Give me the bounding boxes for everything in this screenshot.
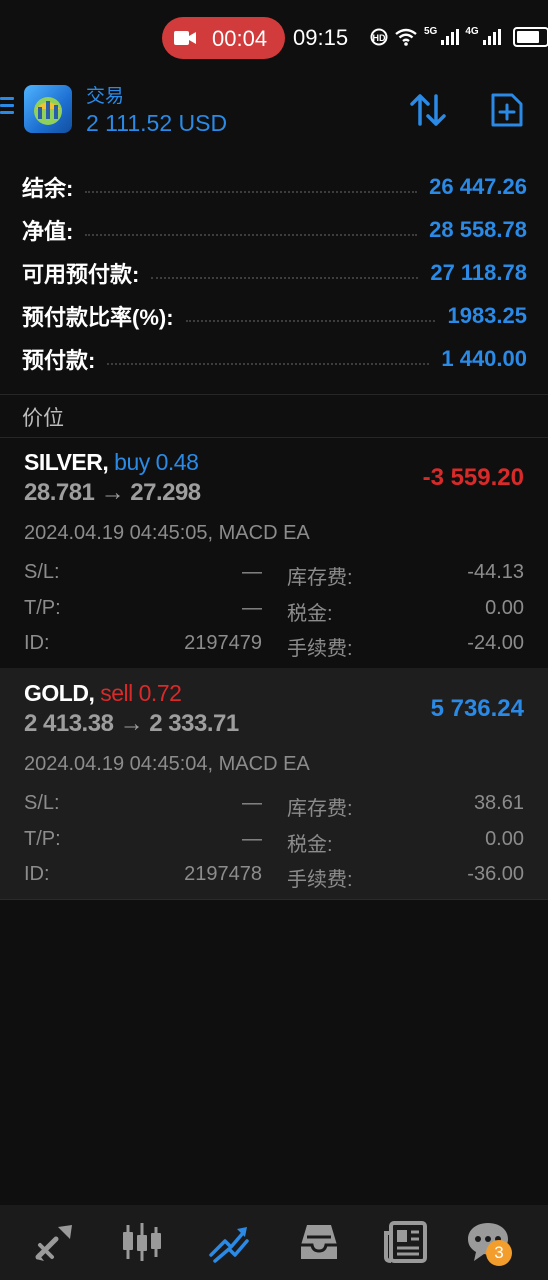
status-bar: 00:04 09:15 HD 5G 4G [0,0,548,76]
sort-icon[interactable] [408,92,448,128]
summary-value: 28 558.78 [429,217,527,242]
dotted-leader [85,181,418,193]
svg-text:HD: HD [373,33,386,43]
dotted-leader [107,353,430,365]
new-order-icon[interactable] [490,92,524,128]
swap-label: 库存费: [287,798,353,820]
position-row-gold[interactable]: GOLD, sell 0.72 2 413.38 → 2 333.71 5 73… [0,668,548,900]
account-summary: 结余: 26 447.26 净值: 28 558.78 可用预付款: 27 11… [0,152,548,395]
signal-2-label: 4G [465,25,479,37]
clock: 09:15 [293,25,349,50]
summary-row-margin-level: 预付款比率(%): 1983.25 [22,297,527,335]
battery-level [516,31,539,43]
sl-value: — [242,561,262,583]
id-label: ID: [24,863,50,885]
fee-value: -36.00 [467,863,524,885]
fee-value: -24.00 [467,632,524,654]
signal-2-icon [482,29,501,45]
signal-1-icon [441,29,460,45]
account-logo-icon[interactable] [24,85,72,133]
sl-value: — [242,792,262,814]
system-icons: HD 5G 4G [370,22,548,52]
fee-label: 手续费: [287,638,353,660]
quotes-icon[interactable] [32,1219,78,1265]
positions-section-header: 价位 [0,394,548,438]
swap-label: 库存费: [287,567,353,589]
hd-call-icon: HD [370,28,388,46]
swap-value: -44.13 [467,561,524,583]
position-side: sell 0.72 [100,680,182,706]
summary-value: 1 440.00 [441,346,527,371]
summary-label: 结余: [22,176,74,201]
position-prices: 2 413.38 → 2 333.71 [24,710,239,737]
recording-time: 00:04 [212,26,268,51]
bottom-navigation [0,1205,548,1280]
position-side: buy 0.48 [114,449,199,475]
page-title: 交易 [86,86,125,107]
summary-row-equity: 净值: 28 558.78 [22,211,527,249]
swap-value: 38.61 [473,792,524,814]
summary-row-balance: 结余: 26 447.26 [22,168,527,206]
id-label: ID: [24,632,50,654]
history-icon[interactable] [296,1219,342,1265]
dotted-leader [185,310,436,322]
summary-label: 预付款: [22,348,96,373]
dotted-leader [85,224,418,236]
section-title: 价位 [22,407,64,430]
position-profit: -3 559.20 [422,464,524,491]
position-prices: 28.781 → 27.298 [24,479,201,506]
position-profit: 5 736.24 [430,695,524,722]
id-value: 2197478 [184,863,262,885]
position-symbol: SILVER, [24,449,109,475]
tp-value: — [242,597,262,619]
news-icon[interactable] [383,1219,429,1265]
summary-row-margin: 预付款: 1 440.00 [22,340,527,378]
position-open-time: 2024.04.19 04:45:05, MACD EA [24,522,310,544]
summary-label: 可用预付款: [22,262,140,287]
tax-label: 税金: [287,603,333,625]
dotted-leader [151,267,419,279]
summary-value: 26 447.26 [429,174,527,199]
tp-value: — [242,828,262,850]
tp-label: T/P: [24,597,61,619]
fee-label: 手续费: [287,869,353,891]
wifi-icon [395,28,417,46]
screen-recording-indicator[interactable]: 00:04 [162,17,285,59]
tax-value: 0.00 [485,828,524,850]
trade-icon[interactable] [207,1219,253,1265]
video-camera-icon [174,31,196,45]
tax-label: 税金: [287,834,333,856]
summary-value: 27 118.78 [430,260,527,285]
position-open-time: 2024.04.19 04:45:04, MACD EA [24,753,310,775]
signal-1-label: 5G [424,25,438,37]
battery-icon [512,27,548,47]
header-balance: 2 111.52 USD [86,110,228,136]
position-symbol: GOLD, [24,680,95,706]
summary-label: 净值: [22,219,74,244]
chart-icon[interactable] [119,1219,165,1265]
tax-value: 0.00 [485,597,524,619]
id-value: 2197479 [184,632,262,654]
position-header: SILVER, buy 0.48 [24,449,199,476]
chat-badge: 3 [486,1240,512,1266]
sl-label: S/L: [24,792,60,814]
position-row-silver[interactable]: SILVER, buy 0.48 28.781 → 27.298 -3 559.… [0,437,548,669]
position-header: GOLD, sell 0.72 [24,680,182,707]
tp-label: T/P: [24,828,61,850]
summary-label: 预付款比率(%): [22,305,174,330]
sl-label: S/L: [24,561,60,583]
app-header: 交易 2 111.52 USD [0,76,548,152]
summary-row-free-margin: 可用预付款: 27 118.78 [22,254,527,292]
menu-icon[interactable] [0,97,14,119]
summary-value: 1983.25 [447,303,527,328]
